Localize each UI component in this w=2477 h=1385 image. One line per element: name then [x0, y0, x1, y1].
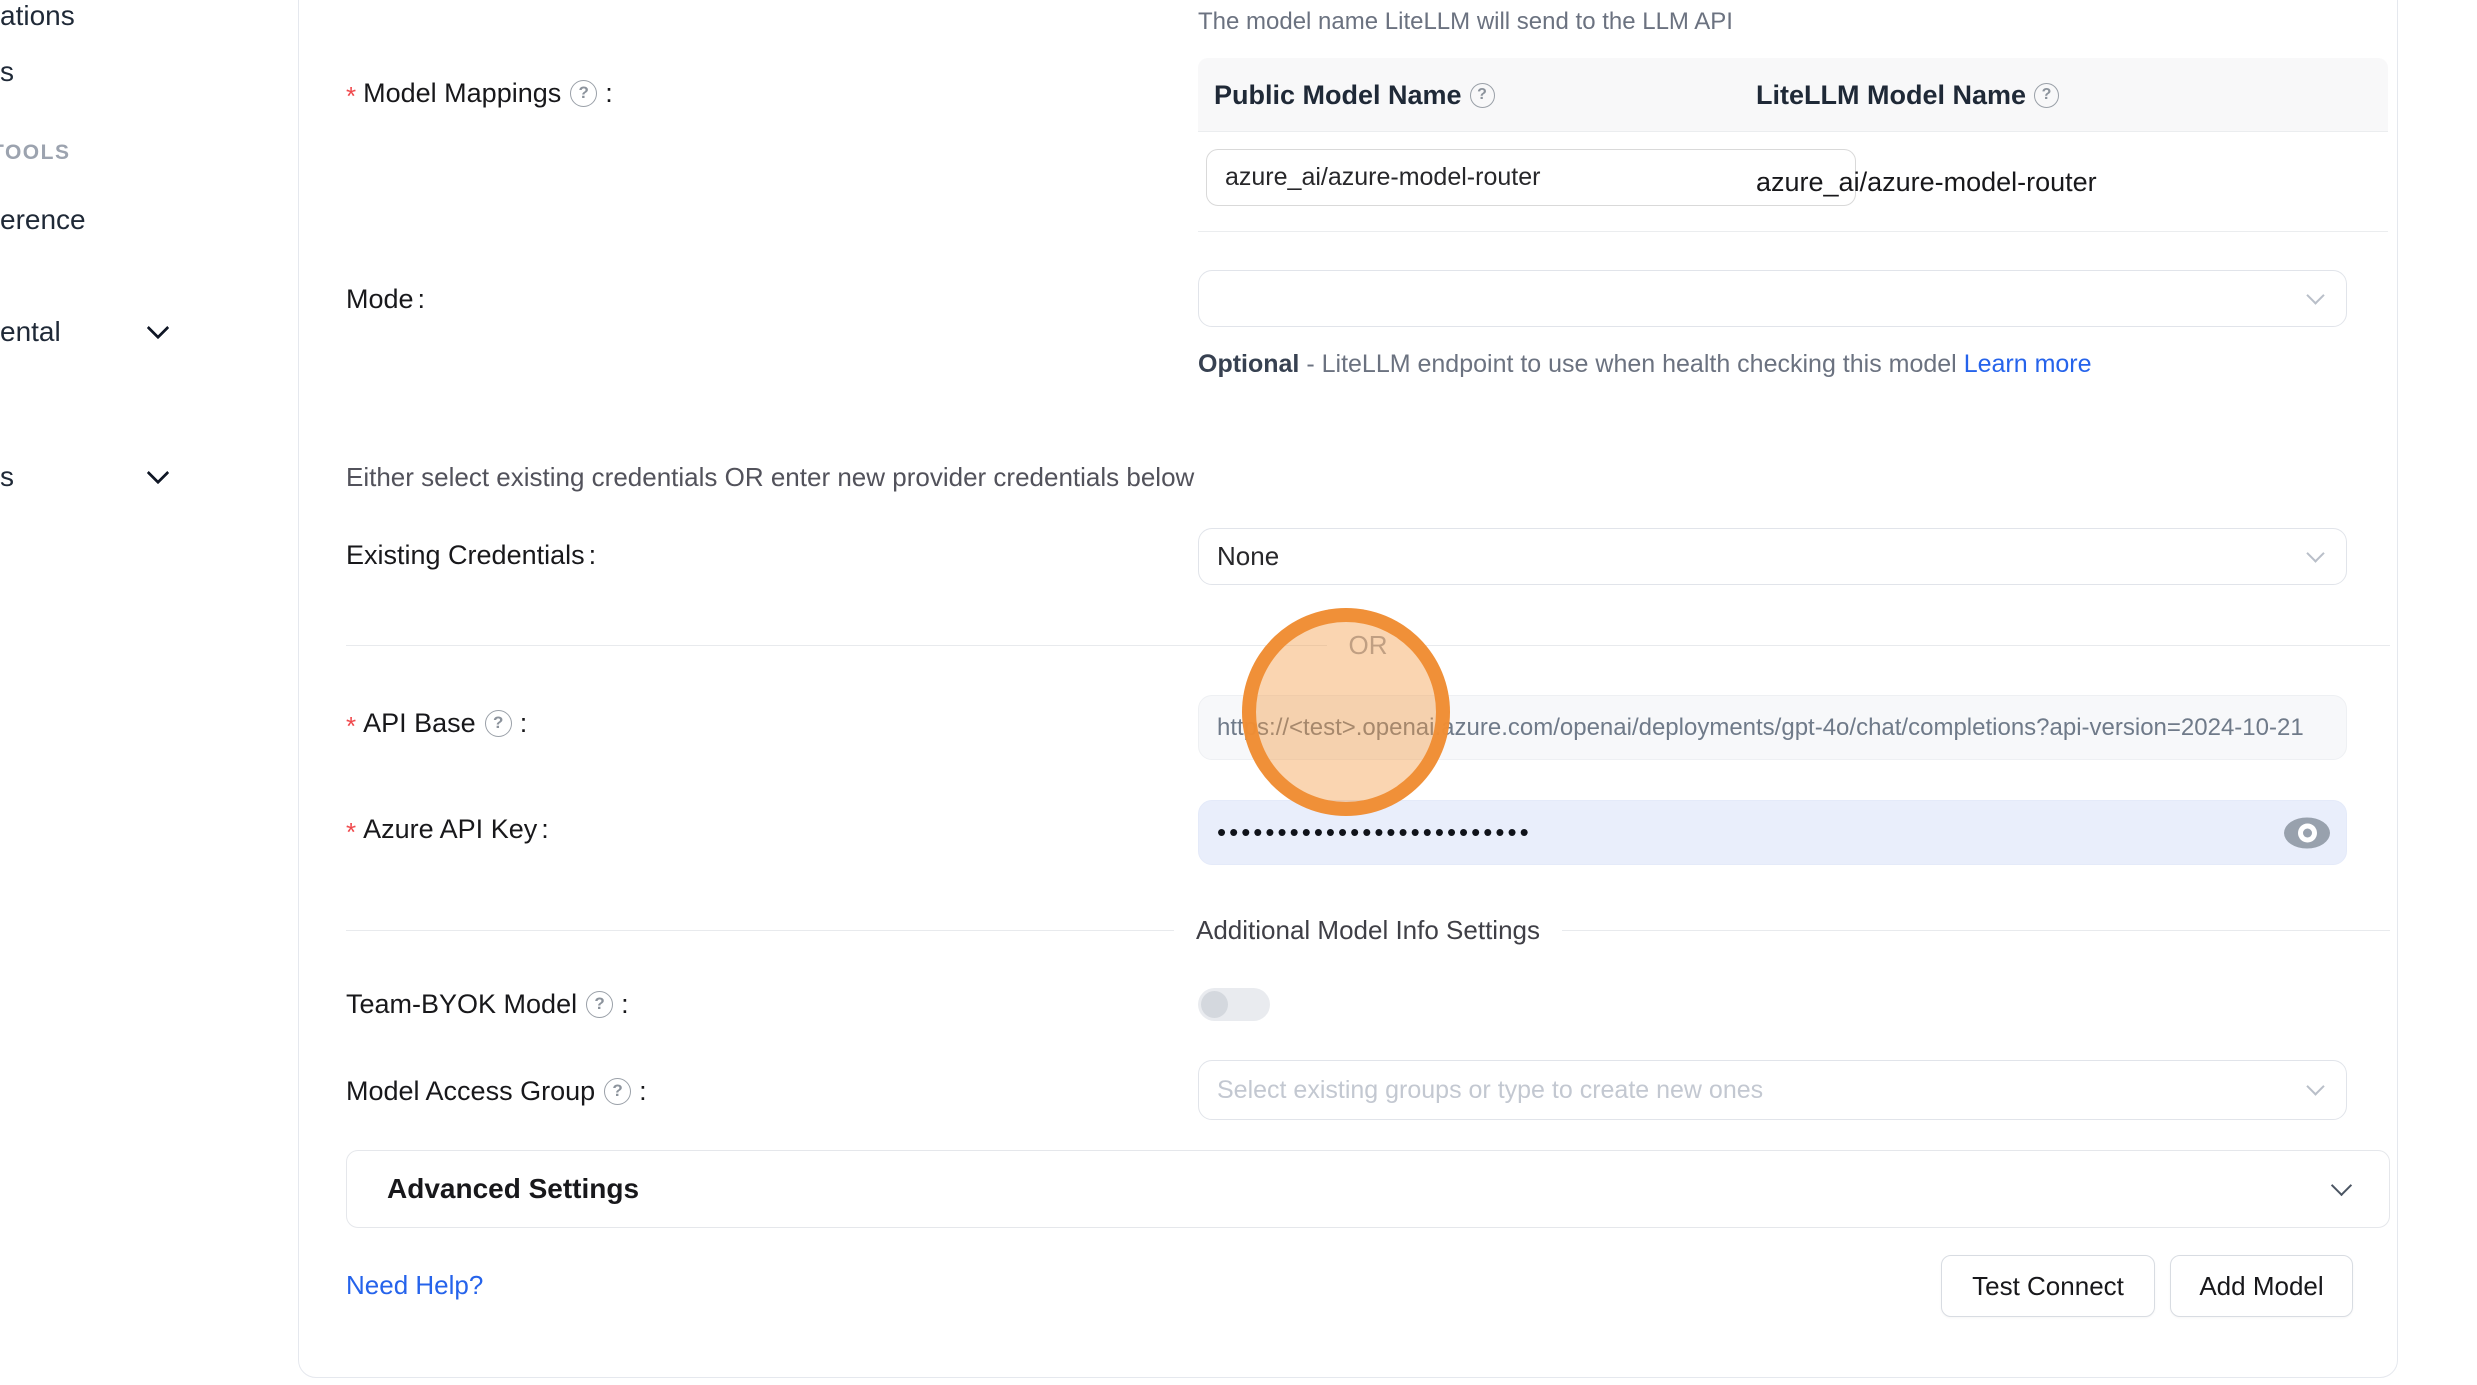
team-byok-label: Team-BYOK Model ? :	[346, 987, 629, 1021]
or-divider: OR	[346, 628, 2390, 662]
add-model-form-page: ations s TOOLS erence ental s The model …	[0, 0, 2477, 1385]
model-mappings-table: Public Model Name ? LiteLLM Model Name ?…	[1198, 58, 2388, 232]
sidebar-item[interactable]: ations	[0, 0, 75, 32]
additional-settings-divider: Additional Model Info Settings	[346, 913, 2390, 947]
model-name-hint: The model name LiteLLM will send to the …	[1198, 8, 1733, 36]
toggle-knob	[1201, 991, 1228, 1018]
help-icon[interactable]: ?	[2034, 83, 2059, 108]
mode-label: Mode :	[346, 282, 425, 316]
table-row: azure_ai/azure-model-router azure_ai/azu…	[1198, 132, 2388, 232]
help-icon[interactable]: ?	[586, 991, 613, 1018]
chevron-down-icon	[2331, 1175, 2352, 1196]
required-marker: *	[346, 81, 356, 112]
sidebar-item[interactable]: s	[0, 56, 14, 88]
add-model-button[interactable]: Add Model	[2170, 1255, 2353, 1317]
model-mappings-label: * Model Mappings ? :	[346, 76, 613, 110]
litellm-model-name-value: azure_ai/azure-model-router	[1756, 132, 2097, 232]
required-marker: *	[346, 817, 356, 848]
mode-hint: Optional - LiteLLM endpoint to use when …	[1198, 344, 2138, 384]
help-icon[interactable]: ?	[1470, 83, 1495, 108]
chevron-down-icon[interactable]	[147, 462, 170, 485]
required-marker: *	[346, 711, 356, 742]
test-connect-button[interactable]: Test Connect	[1941, 1255, 2155, 1317]
help-icon[interactable]: ?	[570, 80, 597, 107]
credentials-note: Either select existing credentials OR en…	[346, 462, 1194, 493]
chevron-down-icon[interactable]	[147, 317, 170, 340]
azure-api-key-label: * Azure API Key :	[346, 812, 549, 846]
sidebar-section-tools: TOOLS	[0, 137, 70, 169]
azure-api-key-input[interactable]: ••••••••••••••••••••••••••	[1198, 800, 2347, 865]
sidebar-item[interactable]: ental	[0, 316, 61, 348]
advanced-settings-panel[interactable]: Advanced Settings	[346, 1150, 2390, 1228]
help-icon[interactable]: ?	[604, 1078, 631, 1105]
learn-more-link[interactable]: Learn more	[1964, 350, 2092, 378]
help-icon[interactable]: ?	[485, 710, 512, 737]
sidebar-item[interactable]: s	[0, 461, 14, 493]
sidebar-item[interactable]: erence	[0, 204, 86, 236]
api-base-input[interactable]: https://<test>.openai.azure.com/openai/d…	[1198, 695, 2347, 760]
team-byok-toggle[interactable]	[1198, 988, 1270, 1021]
column-header-litellm-model-name: LiteLLM Model Name ?	[1756, 58, 2063, 132]
chevron-down-icon	[2306, 544, 2324, 562]
existing-credentials-select[interactable]: None	[1198, 528, 2347, 585]
eye-icon[interactable]	[2284, 817, 2330, 848]
model-access-group-label: Model Access Group ? :	[346, 1074, 647, 1108]
column-header-public-model-name: Public Model Name ?	[1214, 58, 1499, 132]
mode-select[interactable]	[1198, 270, 2347, 327]
table-header: Public Model Name ? LiteLLM Model Name ?	[1198, 58, 2388, 132]
chevron-down-icon	[2306, 1077, 2324, 1095]
existing-credentials-label: Existing Credentials :	[346, 538, 596, 572]
need-help-link[interactable]: Need Help?	[346, 1270, 483, 1301]
api-base-label: * API Base ? :	[346, 706, 527, 740]
model-access-group-select[interactable]: Select existing groups or type to create…	[1198, 1060, 2347, 1120]
chevron-down-icon	[2306, 286, 2324, 304]
